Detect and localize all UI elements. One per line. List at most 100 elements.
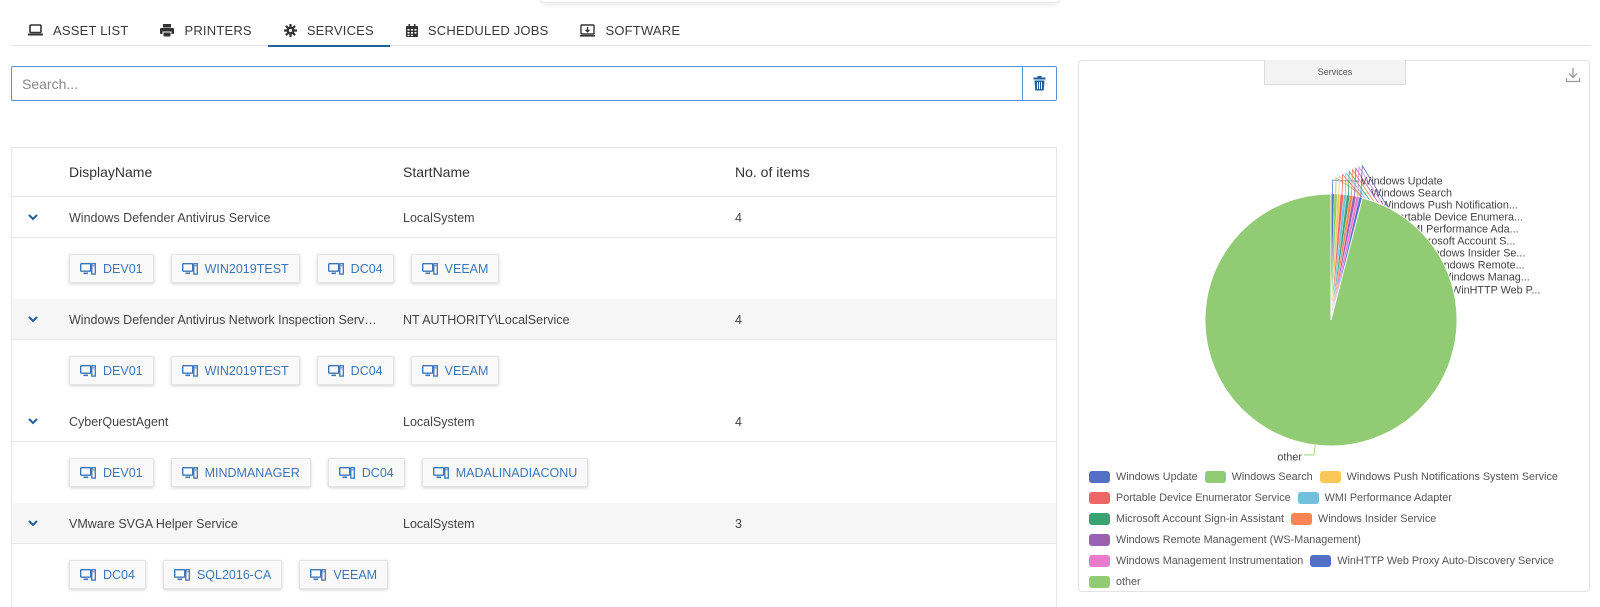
legend-item[interactable]: other — [1089, 575, 1141, 588]
service-display-name: Windows Defender Antivirus Service — [69, 211, 271, 225]
asset-chip-label: DC04 — [350, 261, 383, 276]
service-start-name: LocalSystem — [403, 517, 475, 531]
legend-item[interactable]: Microsoft Account Sign-in Assistant — [1089, 512, 1285, 525]
computer-icon — [80, 262, 96, 275]
service-start-name: LocalSystem — [403, 415, 475, 429]
tab-software[interactable]: SOFTWARE — [564, 14, 696, 46]
computer-icon — [80, 466, 96, 479]
asset-chip[interactable]: MINDMANAGER — [170, 458, 311, 487]
computer-icon — [421, 262, 438, 275]
pie-slice-label: other — [1277, 451, 1302, 461]
tab-label: SOFTWARE — [605, 22, 681, 38]
chevron-down-icon[interactable] — [26, 516, 40, 530]
search-bar — [11, 66, 1057, 101]
asset-chip-label: DEV01 — [103, 465, 143, 480]
asset-chip[interactable]: DEV01 — [69, 356, 154, 385]
tab-label: PRINTERS — [184, 22, 252, 38]
legend-label: Portable Device Enumerator Service — [1116, 491, 1291, 504]
pie-slice-label: Windows Manag... — [1441, 272, 1530, 284]
table-row[interactable]: VMware SVGA Helper Service LocalSystem 3 — [12, 503, 1056, 544]
tab-label: ASSET LIST — [53, 22, 129, 38]
computer-icon — [181, 262, 198, 275]
search-input[interactable] — [11, 66, 1022, 101]
header-displayname[interactable]: DisplayName — [69, 164, 152, 180]
table-row[interactable]: CyberQuestAgent LocalSystem 4 — [12, 401, 1056, 442]
legend-item[interactable]: Windows Remote Management (WS-Management… — [1089, 533, 1361, 546]
asset-chip[interactable]: VEEAM — [410, 254, 500, 283]
asset-chip[interactable]: DC04 — [327, 458, 405, 487]
asset-chip[interactable]: WIN2019TEST — [170, 254, 300, 283]
legend-swatch — [1291, 512, 1313, 525]
chevron-down-icon[interactable] — [26, 312, 40, 326]
tab-services[interactable]: SERVICES — [267, 14, 391, 47]
legend-row: Windows Update Windows Search Windows Push… — [1089, 466, 1584, 487]
legend-item[interactable]: Windows Update — [1089, 470, 1198, 483]
legend-swatch — [1310, 554, 1332, 567]
service-start-name: LocalSystem — [403, 211, 475, 225]
computer-icon — [80, 568, 96, 581]
computer-icon — [173, 568, 190, 581]
asset-chip[interactable]: DEV01 — [69, 458, 154, 487]
legend-swatch — [1089, 491, 1110, 504]
asset-chip-label: VEEAM — [333, 567, 378, 582]
legend-row: Windows Remote Management (WS-Management… — [1089, 529, 1584, 550]
asset-chip[interactable]: WIN2019TEST — [170, 356, 300, 385]
legend-label: Microsoft Account Sign-in Assistant — [1116, 512, 1285, 525]
legend-swatch — [1089, 554, 1110, 567]
laptop-icon — [28, 24, 53, 36]
service-item-count: 4 — [735, 211, 742, 225]
legend-item[interactable]: WinHTTP Web Proxy Auto-Discovery Service — [1310, 554, 1554, 567]
asset-chip[interactable]: MADALINADIACONU — [421, 458, 589, 487]
pie-slice-label: Windows Search — [1371, 188, 1452, 200]
asset-chip[interactable]: SQL2016-CA — [162, 560, 283, 589]
asset-chip-label: VEEAM — [444, 261, 489, 276]
header-count[interactable]: No. of items — [735, 164, 810, 180]
tab-scheduled-jobs[interactable]: SCHEDULED JOBS — [390, 14, 565, 46]
asset-chip-label: DC04 — [350, 363, 383, 378]
computer-icon — [432, 466, 449, 479]
service-display-name: Windows Defender Antivirus Network Inspe… — [69, 313, 377, 327]
asset-chip[interactable]: DEV01 — [69, 254, 154, 283]
legend-item[interactable]: Windows Push Notifications System Servic… — [1319, 470, 1558, 483]
table-row[interactable]: Windows Defender Antivirus Network Inspe… — [12, 299, 1056, 340]
clear-search-button[interactable] — [1022, 66, 1057, 101]
legend-label: Windows Search — [1231, 470, 1313, 483]
computer-icon — [327, 364, 344, 377]
tab-asset-list[interactable]: ASSET LIST — [12, 14, 144, 46]
pie-slice[interactable] — [1204, 193, 1458, 447]
tab-bar: ASSET LIST PRINTERS SERVICES SCHEDULED JOBS… — [12, 14, 1590, 47]
asset-chip-label: MADALINADIACONU — [455, 465, 578, 480]
legend-item[interactable]: Windows Insider Service — [1291, 512, 1436, 525]
tab-printers[interactable]: PRINTERS — [144, 14, 267, 46]
pie-label-line — [1303, 444, 1316, 456]
header-startname[interactable]: StartName — [403, 164, 470, 180]
chevron-down-icon[interactable] — [26, 414, 40, 428]
service-start-name: NT AUTHORITY\LocalService — [403, 313, 570, 327]
legend-row: Windows Management Instrumentation WinHTT… — [1089, 550, 1584, 571]
pie-slice-label: Portable Device Enumera... — [1391, 212, 1523, 224]
pie-slice-label: WinHTTP Web P... — [1451, 285, 1540, 297]
table-row[interactable]: Windows Defender Antivirus Service LocalS… — [12, 197, 1056, 238]
asset-chip-list: DEV01 MINDMANAGER DC04 MADALINADIACONU — [12, 442, 1056, 503]
legend-swatch — [1089, 533, 1110, 546]
legend-label: Windows Update — [1116, 470, 1198, 483]
legend-item[interactable]: Windows Search — [1204, 470, 1313, 483]
chevron-down-icon[interactable] — [26, 210, 40, 224]
asset-chip[interactable]: DC04 — [69, 560, 146, 589]
asset-chip[interactable]: DC04 — [316, 254, 394, 283]
asset-chip[interactable]: DC04 — [316, 356, 394, 385]
tab-label: SERVICES — [306, 22, 374, 38]
legend-item[interactable]: Windows Management Instrumentation — [1089, 554, 1303, 567]
legend-item[interactable]: Portable Device Enumerator Service — [1089, 491, 1291, 504]
computer-icon — [327, 262, 344, 275]
asset-chip-label: WIN2019TEST — [204, 363, 289, 378]
asset-chip-label: SQL2016-CA — [196, 567, 272, 582]
asset-chip-label: DC04 — [103, 567, 135, 582]
asset-chip-label: DC04 — [361, 465, 394, 480]
top-bar-shadow — [540, 0, 1060, 2]
asset-chip[interactable]: VEEAM — [410, 356, 500, 385]
service-display-name: CyberQuestAgent — [69, 415, 169, 429]
asset-chip[interactable]: VEEAM — [299, 560, 389, 589]
asset-chip-label: MINDMANAGER — [204, 465, 300, 480]
legend-item[interactable]: WMI Performance Adapter — [1297, 491, 1452, 504]
